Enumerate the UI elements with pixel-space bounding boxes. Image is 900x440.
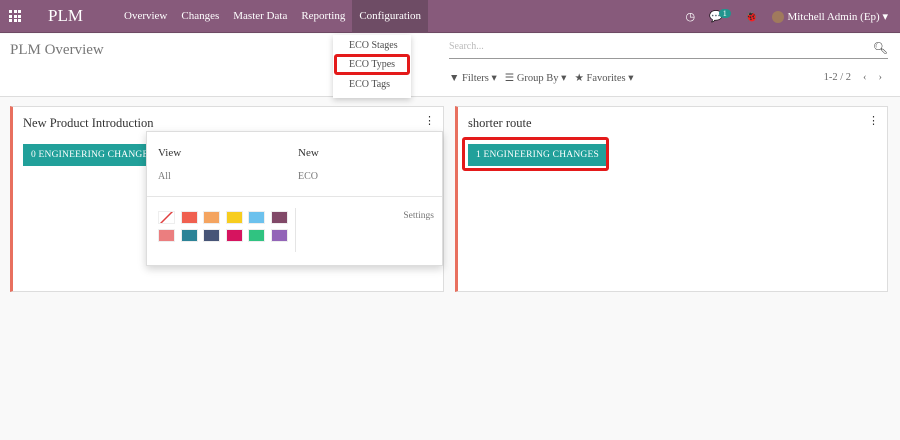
menu-overview[interactable]: Overview xyxy=(117,0,174,33)
card-dropdown-menu: View All New ECO Settings xyxy=(146,131,443,266)
top-navbar: PLM Overview Changes Master Data Reporti… xyxy=(0,0,900,33)
avatar xyxy=(772,11,785,24)
menu-item-eco-tags[interactable]: ECO Tags xyxy=(333,75,411,94)
pager-previous-icon[interactable]: ‹ xyxy=(863,72,867,83)
apps-menu-icon[interactable] xyxy=(9,10,21,22)
color-swatch[interactable] xyxy=(270,229,288,242)
card-title: shorter route xyxy=(468,116,532,130)
activity-clock-icon[interactable]: ◷ xyxy=(685,10,695,23)
pager-next-icon[interactable]: › xyxy=(879,72,883,83)
group-by-button[interactable]: ☰ Group By ▾ xyxy=(505,72,567,84)
app-brand[interactable]: PLM xyxy=(48,6,83,26)
search-placeholder: Search... xyxy=(449,41,484,52)
debug-bug-icon[interactable]: 🐞 xyxy=(745,10,759,23)
color-swatch[interactable] xyxy=(180,211,198,224)
menu-master-data[interactable]: Master Data xyxy=(226,0,294,33)
color-swatch-none[interactable] xyxy=(158,211,175,224)
search-icon[interactable]: 🔍︎ xyxy=(873,41,888,56)
filters-button[interactable]: ▼ Filters ▾ xyxy=(449,72,497,84)
kebab-menu-icon[interactable]: ⋮ xyxy=(424,114,435,127)
kanban-card[interactable]: shorter route ⋮ 1 ENGINEERING CHANGES xyxy=(455,106,888,292)
control-panel: PLM Overview Search... 🔍︎ ▼ Filters ▾ ☰ G… xyxy=(0,34,900,97)
menu-item-eco-stages[interactable]: ECO Stages xyxy=(333,36,411,55)
color-swatch[interactable] xyxy=(248,211,265,224)
pager-value[interactable]: 1-2 / 2 xyxy=(824,72,851,83)
configuration-dropdown: ECO Stages ECO Types ECO Tags xyxy=(333,35,411,98)
color-swatch[interactable] xyxy=(180,229,198,242)
card-title: New Product Introduction xyxy=(23,116,154,130)
kebab-menu-icon[interactable]: ⋮ xyxy=(868,114,879,127)
messages-icon[interactable]: 💬1 xyxy=(709,9,731,23)
divider xyxy=(147,196,442,197)
color-swatch[interactable] xyxy=(158,229,175,242)
color-swatch[interactable] xyxy=(225,211,243,224)
highlight-box xyxy=(462,137,609,171)
view-all-link[interactable]: All xyxy=(158,171,171,182)
menu-reporting[interactable]: Reporting xyxy=(294,0,352,33)
color-swatch[interactable] xyxy=(270,211,288,224)
messages-badge: 1 xyxy=(718,9,731,18)
menu-configuration[interactable]: Configuration xyxy=(352,0,429,33)
new-eco-link[interactable]: ECO xyxy=(298,171,318,182)
user-name: Mitchell Admin (Ep) xyxy=(787,10,880,23)
new-heading: New xyxy=(298,147,319,159)
settings-link[interactable]: Settings xyxy=(403,211,434,221)
menu-changes[interactable]: Changes xyxy=(174,0,226,33)
color-swatch[interactable] xyxy=(248,229,265,242)
color-swatch[interactable] xyxy=(203,211,220,224)
menu-item-eco-types[interactable]: ECO Types xyxy=(334,54,410,75)
page-title: PLM Overview xyxy=(10,42,104,58)
color-swatch[interactable] xyxy=(225,229,243,242)
favorites-button[interactable]: ★ Favorites ▾ xyxy=(574,72,633,84)
color-picker xyxy=(158,211,288,242)
divider xyxy=(295,208,296,252)
user-menu[interactable]: Mitchell Admin (Ep) ▾ xyxy=(772,10,888,24)
view-heading: View xyxy=(158,147,182,159)
color-swatch[interactable] xyxy=(203,229,220,242)
engineering-changes-button[interactable]: 0 ENGINEERING CHANGES xyxy=(23,144,162,166)
search-input[interactable]: Search... 🔍︎ xyxy=(449,41,888,59)
